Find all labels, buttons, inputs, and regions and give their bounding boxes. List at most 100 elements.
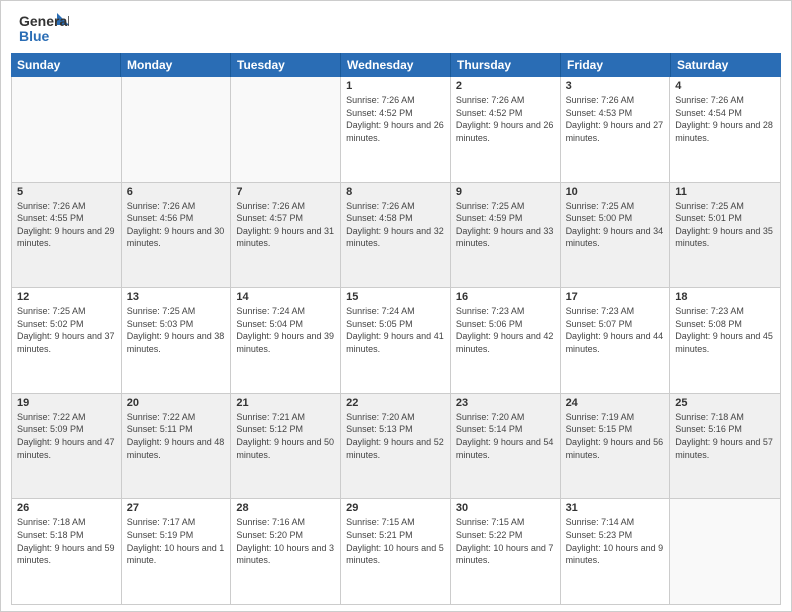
cell-info: Sunrise: 7:16 AM Sunset: 5:20 PM Dayligh… [236, 516, 335, 566]
cell-info: Sunrise: 7:17 AM Sunset: 5:19 PM Dayligh… [127, 516, 226, 566]
day-cell-15: 15Sunrise: 7:24 AM Sunset: 5:05 PM Dayli… [341, 288, 451, 393]
cell-info: Sunrise: 7:23 AM Sunset: 5:07 PM Dayligh… [566, 305, 665, 355]
header: GeneralBlue [1, 1, 791, 53]
day-cell-8: 8 Sunrise: 7:26 AM Sunset: 4:58 PM Daylig… [341, 183, 451, 288]
day-number: 27 [127, 502, 226, 514]
cell-info: Sunrise: 7:25 AM Sunset: 4:59 PM Dayligh… [456, 200, 555, 250]
cell-info: Sunrise: 7:26 AM Sunset: 4:58 PM Dayligh… [346, 200, 445, 250]
day-number: 8 [346, 186, 445, 198]
day-cell-3: 3 Sunrise: 7:26 AM Sunset: 4:53 PM Daylig… [561, 77, 671, 182]
day-cell-17: 17 Sunrise: 7:23 AM Sunset: 5:07 PM Dayli… [561, 288, 671, 393]
empty-cell [12, 77, 122, 182]
day-number: 13 [127, 291, 226, 303]
calendar-week-2: 5 Sunrise: 7:26 AM Sunset: 4:55 PM Daylig… [12, 183, 780, 289]
cell-info: Sunrise: 7:26 AM Sunset: 4:55 PM Dayligh… [17, 200, 116, 250]
day-cell-25: 25 Sunrise: 7:18 AM Sunset: 5:16 PM Dayli… [670, 394, 780, 499]
day-number: 3 [566, 80, 665, 92]
logo-icon: GeneralBlue [19, 11, 69, 47]
header-cell-monday: Monday [121, 53, 231, 77]
cell-info: Sunrise: 7:18 AM Sunset: 5:16 PM Dayligh… [675, 411, 775, 461]
cell-info: Sunrise: 7:15 AM Sunset: 5:21 PM Dayligh… [346, 516, 445, 566]
calendar-week-4: 19 Sunrise: 7:22 AM Sunset: 5:09 PM Dayli… [12, 394, 780, 500]
day-number: 5 [17, 186, 116, 198]
day-number: 11 [675, 186, 775, 198]
calendar-week-3: 12 Sunrise: 7:25 AM Sunset: 5:02 PM Dayli… [12, 288, 780, 394]
cell-info: Sunrise: 7:22 AM Sunset: 5:09 PM Dayligh… [17, 411, 116, 461]
empty-cell [231, 77, 341, 182]
calendar-week-5: 26Sunrise: 7:18 AM Sunset: 5:18 PM Dayli… [12, 499, 780, 604]
header-cell-thursday: Thursday [451, 53, 561, 77]
day-number: 6 [127, 186, 226, 198]
cell-info: Sunrise: 7:23 AM Sunset: 5:06 PM Dayligh… [456, 305, 555, 355]
cell-info: Sunrise: 7:26 AM Sunset: 4:52 PM Dayligh… [456, 94, 555, 144]
day-cell-20: 20Sunrise: 7:22 AM Sunset: 5:11 PM Dayli… [122, 394, 232, 499]
header-cell-friday: Friday [561, 53, 671, 77]
day-cell-5: 5 Sunrise: 7:26 AM Sunset: 4:55 PM Daylig… [12, 183, 122, 288]
day-number: 4 [675, 80, 775, 92]
day-number: 7 [236, 186, 335, 198]
cell-info: Sunrise: 7:26 AM Sunset: 4:52 PM Dayligh… [346, 94, 445, 144]
svg-text:General: General [19, 13, 69, 29]
cell-info: Sunrise: 7:25 AM Sunset: 5:03 PM Dayligh… [127, 305, 226, 355]
calendar-header: SundayMondayTuesdayWednesdayThursdayFrid… [11, 53, 781, 77]
logo: GeneralBlue [19, 11, 69, 47]
day-cell-14: 14Sunrise: 7:24 AM Sunset: 5:04 PM Dayli… [231, 288, 341, 393]
cell-info: Sunrise: 7:22 AM Sunset: 5:11 PM Dayligh… [127, 411, 226, 461]
day-number: 19 [17, 397, 116, 409]
day-cell-13: 13 Sunrise: 7:25 AM Sunset: 5:03 PM Dayli… [122, 288, 232, 393]
day-number: 12 [17, 291, 116, 303]
day-number: 21 [236, 397, 335, 409]
day-number: 26 [17, 502, 116, 514]
header-cell-sunday: Sunday [11, 53, 121, 77]
day-number: 10 [566, 186, 665, 198]
svg-text:Blue: Blue [19, 28, 50, 44]
cell-info: Sunrise: 7:26 AM Sunset: 4:53 PM Dayligh… [566, 94, 665, 144]
cell-info: Sunrise: 7:20 AM Sunset: 5:13 PM Dayligh… [346, 411, 445, 461]
day-cell-23: 23 Sunrise: 7:20 AM Sunset: 5:14 PM Dayli… [451, 394, 561, 499]
day-number: 28 [236, 502, 335, 514]
day-cell-18: 18Sunrise: 7:23 AM Sunset: 5:08 PM Dayli… [670, 288, 780, 393]
day-cell-6: 6 Sunrise: 7:26 AM Sunset: 4:56 PM Daylig… [122, 183, 232, 288]
cell-info: Sunrise: 7:20 AM Sunset: 5:14 PM Dayligh… [456, 411, 555, 461]
day-number: 25 [675, 397, 775, 409]
day-cell-19: 19 Sunrise: 7:22 AM Sunset: 5:09 PM Dayli… [12, 394, 122, 499]
day-cell-28: 28 Sunrise: 7:16 AM Sunset: 5:20 PM Dayli… [231, 499, 341, 604]
cell-info: Sunrise: 7:26 AM Sunset: 4:57 PM Dayligh… [236, 200, 335, 250]
day-cell-12: 12 Sunrise: 7:25 AM Sunset: 5:02 PM Dayli… [12, 288, 122, 393]
empty-cell [670, 499, 780, 604]
day-cell-7: 7 Sunrise: 7:26 AM Sunset: 4:57 PM Daylig… [231, 183, 341, 288]
day-cell-16: 16Sunrise: 7:23 AM Sunset: 5:06 PM Dayli… [451, 288, 561, 393]
day-number: 23 [456, 397, 555, 409]
cell-info: Sunrise: 7:25 AM Sunset: 5:02 PM Dayligh… [17, 305, 116, 355]
cell-info: Sunrise: 7:21 AM Sunset: 5:12 PM Dayligh… [236, 411, 335, 461]
day-number: 2 [456, 80, 555, 92]
day-number: 18 [675, 291, 775, 303]
day-number: 29 [346, 502, 445, 514]
day-cell-27: 27 Sunrise: 7:17 AM Sunset: 5:19 PM Dayli… [122, 499, 232, 604]
cell-info: Sunrise: 7:14 AM Sunset: 5:23 PM Dayligh… [566, 516, 665, 566]
day-cell-1: 1Sunrise: 7:26 AM Sunset: 4:52 PM Daylig… [341, 77, 451, 182]
cell-info: Sunrise: 7:24 AM Sunset: 5:05 PM Dayligh… [346, 305, 445, 355]
cell-info: Sunrise: 7:26 AM Sunset: 4:56 PM Dayligh… [127, 200, 226, 250]
header-cell-wednesday: Wednesday [341, 53, 451, 77]
day-cell-22: 22 Sunrise: 7:20 AM Sunset: 5:13 PM Dayli… [341, 394, 451, 499]
day-cell-30: 30Sunrise: 7:15 AM Sunset: 5:22 PM Dayli… [451, 499, 561, 604]
cell-info: Sunrise: 7:15 AM Sunset: 5:22 PM Dayligh… [456, 516, 555, 566]
day-cell-4: 4Sunrise: 7:26 AM Sunset: 4:54 PM Daylig… [670, 77, 780, 182]
header-cell-saturday: Saturday [671, 53, 781, 77]
day-cell-10: 10Sunrise: 7:25 AM Sunset: 5:00 PM Dayli… [561, 183, 671, 288]
day-number: 22 [346, 397, 445, 409]
header-cell-tuesday: Tuesday [231, 53, 341, 77]
day-number: 17 [566, 291, 665, 303]
day-cell-26: 26Sunrise: 7:18 AM Sunset: 5:18 PM Dayli… [12, 499, 122, 604]
cell-info: Sunrise: 7:25 AM Sunset: 5:01 PM Dayligh… [675, 200, 775, 250]
day-cell-31: 31Sunrise: 7:14 AM Sunset: 5:23 PM Dayli… [561, 499, 671, 604]
empty-cell [122, 77, 232, 182]
day-cell-24: 24Sunrise: 7:19 AM Sunset: 5:15 PM Dayli… [561, 394, 671, 499]
calendar-week-1: 1Sunrise: 7:26 AM Sunset: 4:52 PM Daylig… [12, 77, 780, 183]
day-cell-9: 9Sunrise: 7:25 AM Sunset: 4:59 PM Daylig… [451, 183, 561, 288]
calendar: SundayMondayTuesdayWednesdayThursdayFrid… [1, 53, 791, 611]
day-cell-2: 2 Sunrise: 7:26 AM Sunset: 4:52 PM Daylig… [451, 77, 561, 182]
cell-info: Sunrise: 7:19 AM Sunset: 5:15 PM Dayligh… [566, 411, 665, 461]
day-number: 14 [236, 291, 335, 303]
